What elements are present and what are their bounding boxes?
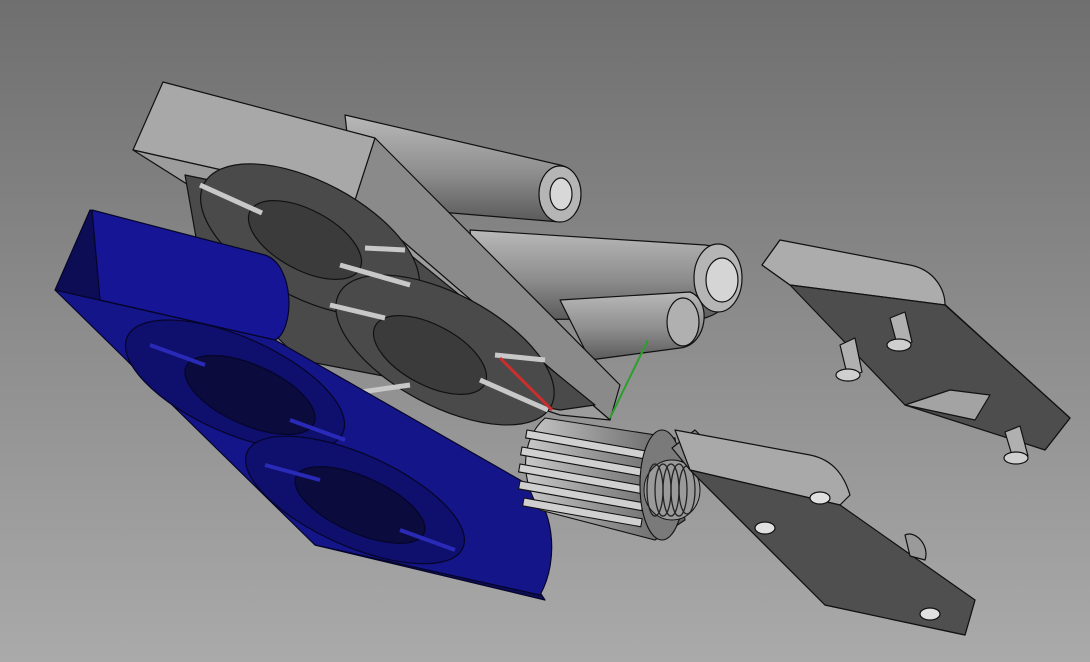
- model-scene[interactable]: [0, 0, 1090, 662]
- motor-plate-hole-3: [919, 607, 941, 621]
- bracket-tube-lower-end-b: [666, 297, 700, 347]
- 3d-viewport[interactable]: [0, 0, 1090, 662]
- bracket-tube-upper-hole: [549, 177, 573, 211]
- motor-plate-hole-1: [809, 491, 831, 505]
- bracket-tube-lower-hole: [705, 257, 739, 303]
- motor-plate-hole-2: [754, 521, 776, 535]
